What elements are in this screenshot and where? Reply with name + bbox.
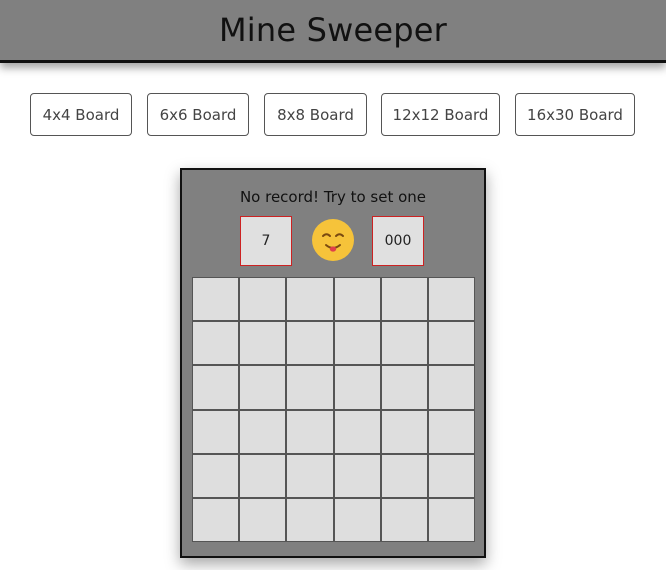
grid-cell[interactable] [193,410,239,453]
grid-cell[interactable] [240,498,286,541]
grid-cell[interactable] [240,322,286,365]
grid-cell[interactable] [287,498,333,541]
grid-cell[interactable] [287,410,333,453]
board-12x12-button[interactable]: 12x12 Board [381,93,500,136]
grid-cell[interactable] [287,454,333,497]
grid-cell[interactable] [193,366,239,409]
grid-cell[interactable] [428,366,474,409]
grid-cell[interactable] [334,410,380,453]
grid-cell[interactable] [381,498,427,541]
grid-cell[interactable] [381,366,427,409]
grid-cell[interactable] [428,278,474,321]
board-6x6-button[interactable]: 6x6 Board [147,93,249,136]
grid-cell[interactable] [240,410,286,453]
grid-cell[interactable] [428,454,474,497]
timer-display: 000 [372,216,424,266]
grid-cell[interactable] [334,278,380,321]
board-16x30-button[interactable]: 16x30 Board [515,93,635,136]
grid-cell[interactable] [240,278,286,321]
grid-cell[interactable] [334,366,380,409]
grid-cell[interactable] [240,366,286,409]
smiling-face-icon [322,233,344,252]
game-panel: No record! Try to set one 7 000 [180,168,486,558]
grid-cell[interactable] [240,454,286,497]
grid-cell[interactable] [381,410,427,453]
grid-cell[interactable] [428,322,474,365]
board-4x4-button[interactable]: 4x4 Board [30,93,132,136]
grid-cell[interactable] [381,322,427,365]
board-8x8-button[interactable]: 8x8 Board [264,93,367,136]
grid-cell[interactable] [193,498,239,541]
grid-cell[interactable] [287,322,333,365]
grid-cell[interactable] [334,454,380,497]
grid-cell[interactable] [287,366,333,409]
mines-counter: 7 [240,216,292,266]
mine-grid [192,277,475,542]
grid-cell[interactable] [287,278,333,321]
grid-cell[interactable] [428,498,474,541]
record-text: No record! Try to set one [239,188,427,206]
grid-cell[interactable] [193,278,239,321]
grid-cell[interactable] [428,410,474,453]
grid-cell[interactable] [381,454,427,497]
grid-cell[interactable] [193,454,239,497]
grid-cell[interactable] [334,498,380,541]
grid-cell[interactable] [193,322,239,365]
app-title: Mine Sweeper [218,11,448,49]
app-header: Mine Sweeper [0,0,666,63]
grid-cell[interactable] [381,278,427,321]
reset-face-button[interactable] [312,219,354,261]
grid-cell[interactable] [334,322,380,365]
